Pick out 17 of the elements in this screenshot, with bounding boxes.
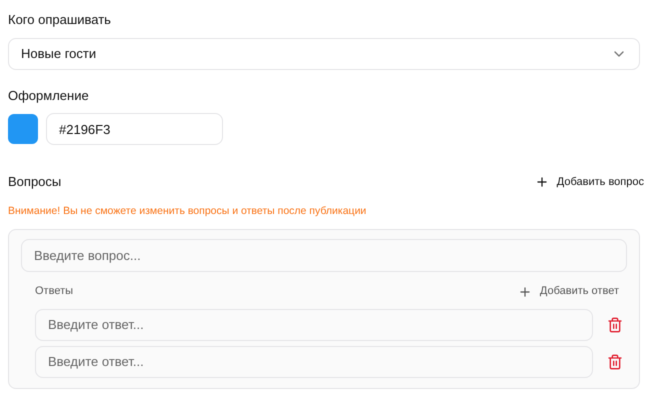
add-answer-button[interactable]: Добавить ответ — [518, 283, 619, 300]
field-label: Кого опрашивать — [8, 11, 112, 29]
answer-input[interactable]: Введите ответ... — [35, 346, 593, 378]
answers-label: Ответы — [35, 284, 74, 300]
section-title: Вопросы — [8, 173, 62, 191]
plus-icon — [534, 174, 549, 189]
trash-icon[interactable] — [607, 354, 623, 370]
field-label: Оформление — [8, 87, 90, 105]
color-swatch[interactable] — [8, 114, 38, 144]
warning-text: Внимание! Вы не сможете изменить вопросы и ответы после публикации — [8, 204, 368, 218]
question-input[interactable]: Введите вопрос... — [21, 239, 627, 272]
plus-icon — [518, 284, 532, 298]
answer-input[interactable]: Введите ответ... — [35, 308, 593, 341]
color-input[interactable]: #2196F3 — [46, 113, 223, 145]
audience-select[interactable]: Новые гости — [8, 38, 640, 70]
trash-icon[interactable] — [607, 316, 623, 333]
add-question-button[interactable]: Добавить вопрос — [534, 174, 644, 190]
